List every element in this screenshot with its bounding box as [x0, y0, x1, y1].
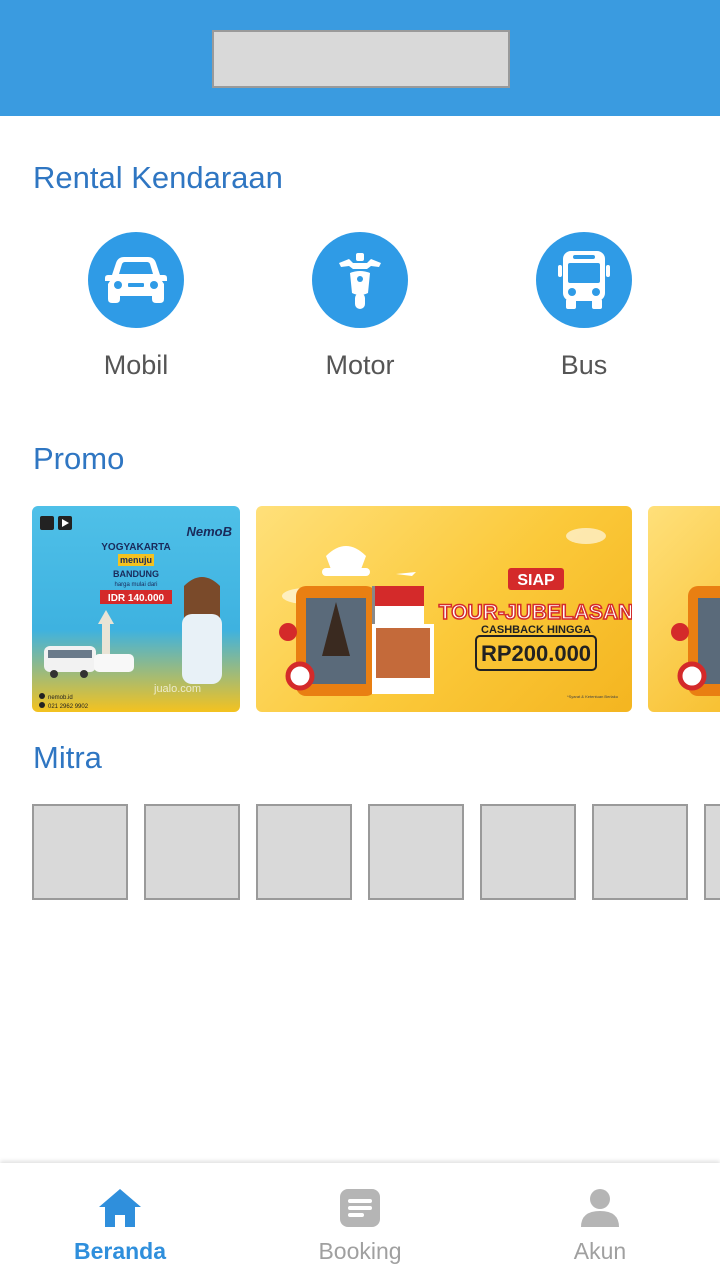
mitra-logo[interactable]	[704, 804, 720, 900]
header-logo-placeholder	[212, 30, 510, 88]
promo-section-title: Promo	[33, 441, 125, 476]
promo-banner-tour-jubelasan[interactable]: SIAP TOUR-JUBELASAN CASHBACK HINGGA RP20…	[256, 506, 632, 712]
mitra-logo[interactable]	[592, 804, 688, 900]
promo-phone: 021 2962 9902	[48, 704, 89, 710]
nav-item-label: Beranda	[73, 1238, 167, 1264]
promo-price-caption: harga mulai dari	[114, 582, 157, 588]
car-icon	[88, 232, 184, 328]
mitra-logo[interactable]	[32, 804, 128, 900]
promo-brand: NemoB	[186, 524, 232, 539]
promo-banner-yogyakarta-bandung[interactable]: NemoB YOGYAKARTA menuju BANDUNG harga mu…	[32, 506, 240, 712]
nav-item-beranda[interactable]: Beranda	[0, 1187, 240, 1265]
user-icon	[581, 1189, 619, 1227]
nav-item-label: Akun	[573, 1238, 627, 1264]
rental-section-title: Rental Kendaraan	[33, 160, 283, 195]
mitra-logo[interactable]	[144, 804, 240, 900]
bottom-navigation: Beranda Booking Akun	[0, 1163, 720, 1280]
promo-headline-3: BANDUNG	[113, 569, 159, 579]
nav-item-label: Booking	[318, 1238, 402, 1264]
promo-price: IDR 140.000	[108, 593, 165, 604]
promo-amount: RP200.000	[481, 641, 591, 666]
rental-item-label: Bus	[560, 350, 608, 380]
mitra-logo[interactable]	[368, 804, 464, 900]
nav-item-akun[interactable]: Akun	[480, 1187, 720, 1265]
rental-item-label: Motor	[325, 350, 395, 380]
rental-item-label: Mobil	[103, 350, 169, 380]
app-header	[0, 0, 720, 116]
promo-headline-1: YOGYAKARTA	[101, 542, 170, 553]
promo-subline: CASHBACK HINGGA	[481, 624, 591, 636]
home-icon	[99, 1189, 141, 1227]
rental-item-bus[interactable]: Bus	[504, 232, 664, 381]
promo-headline: TOUR-JUBELASAN	[439, 601, 632, 624]
mitra-logo[interactable]	[480, 804, 576, 900]
promo-footnote: *Syarat & Ketentuan Berlaku	[567, 694, 618, 699]
rental-item-motor[interactable]: Motor	[280, 232, 440, 381]
promo-banner-partial[interactable]	[648, 506, 720, 712]
promo-badge: SIAP	[517, 572, 555, 589]
promo-partner-watermark: jualo.com	[153, 683, 201, 695]
bus-icon	[536, 232, 632, 328]
promo-headline-2: menuju	[120, 555, 152, 565]
nav-item-booking[interactable]: Booking	[240, 1187, 480, 1265]
scooter-icon	[312, 232, 408, 328]
rental-item-mobil[interactable]: Mobil	[56, 232, 216, 381]
mitra-logo[interactable]	[256, 804, 352, 900]
promo-site: nemob.id	[48, 695, 73, 701]
document-icon	[340, 1189, 380, 1227]
mitra-section-title: Mitra	[33, 740, 102, 775]
